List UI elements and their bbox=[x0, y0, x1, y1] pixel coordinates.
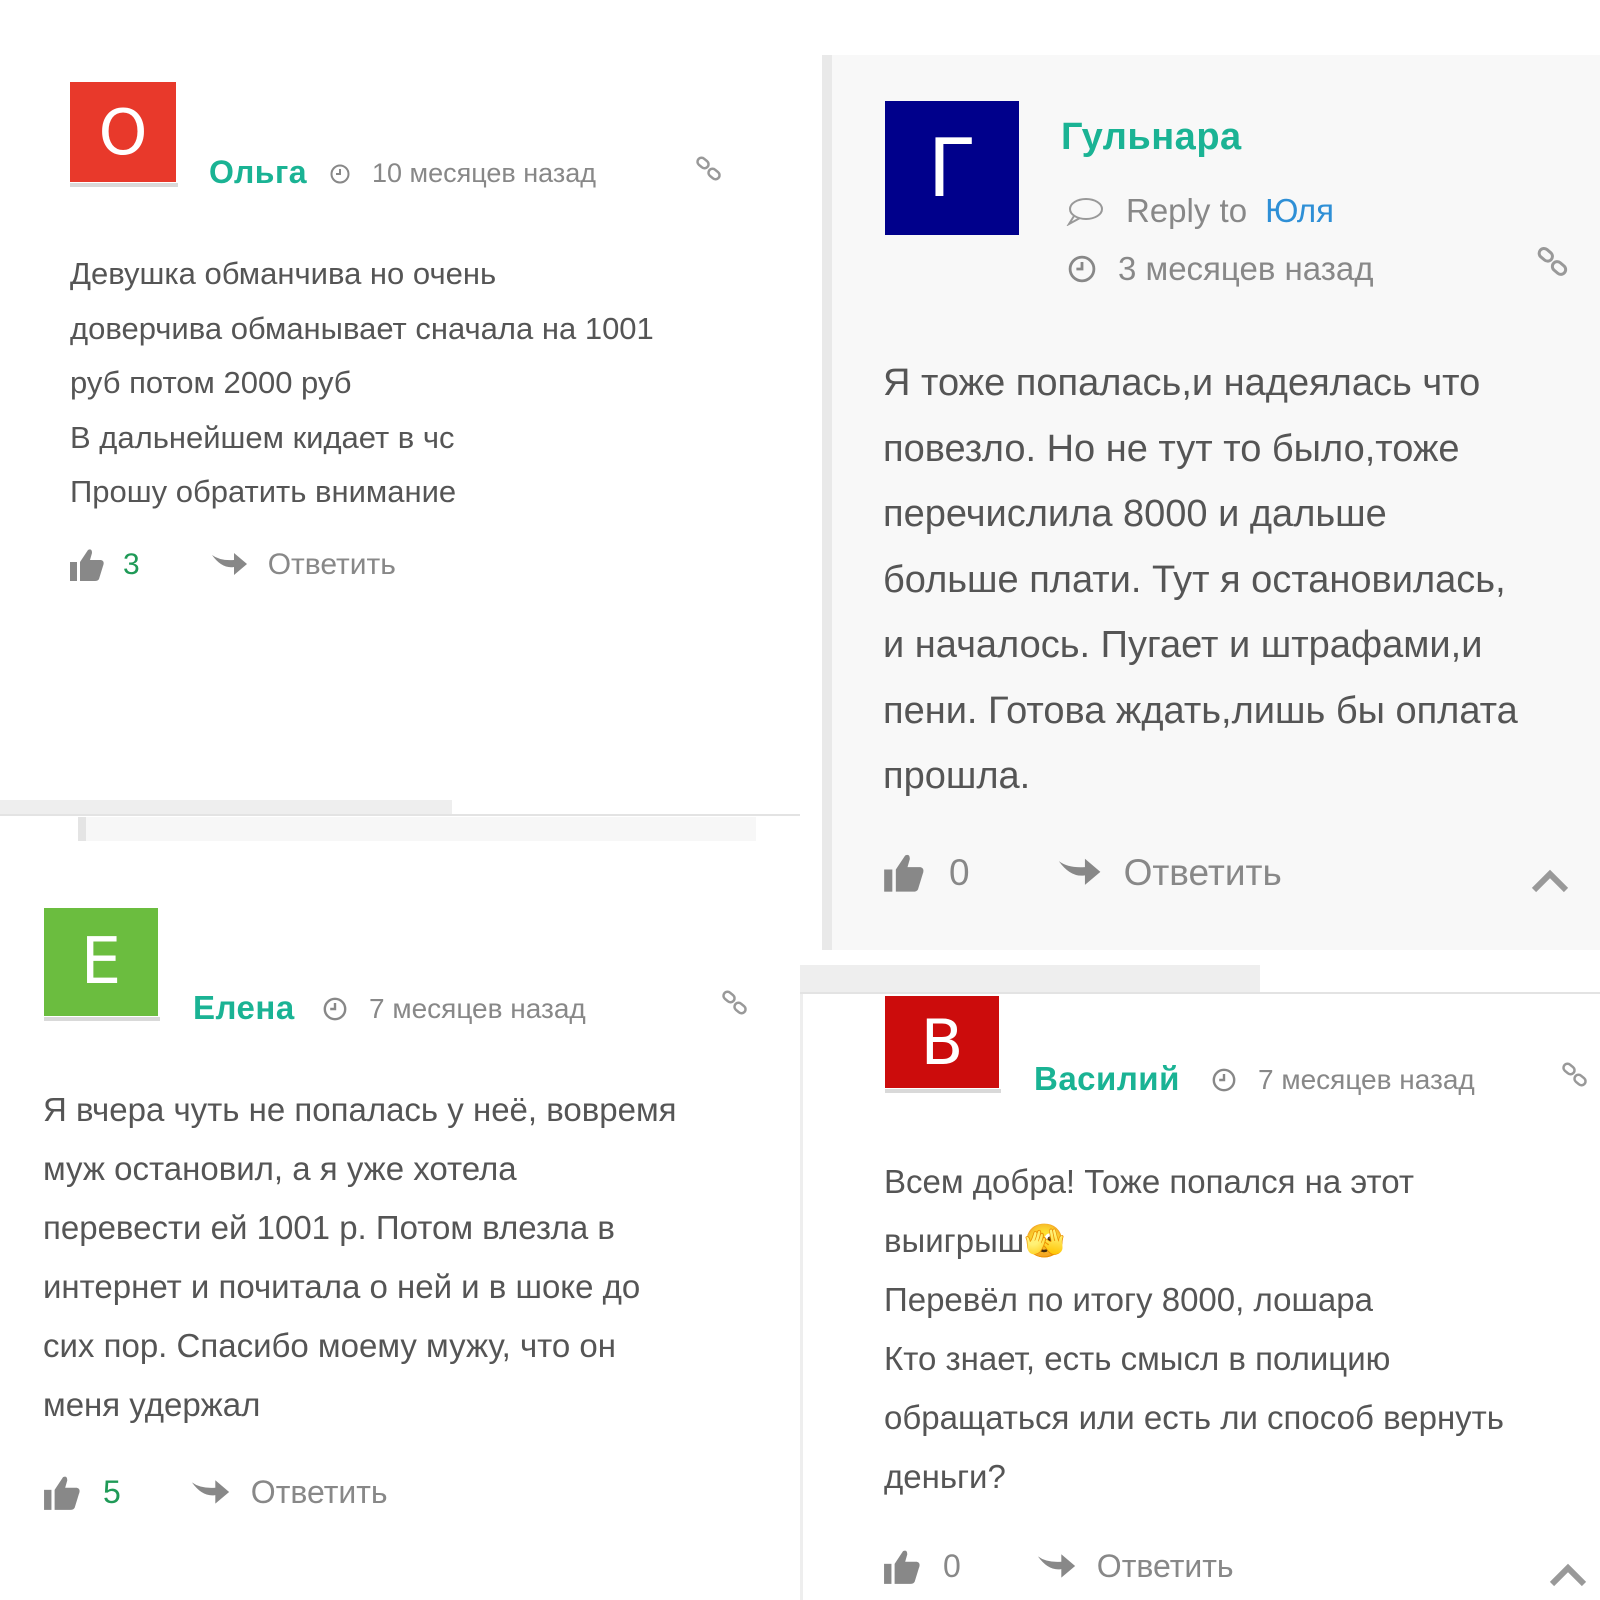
comment-line: доверчива обманывает сначала на 1001 bbox=[70, 310, 654, 346]
comment-meta: 10 месяцев назад bbox=[330, 158, 596, 189]
link-icon[interactable] bbox=[1535, 244, 1571, 280]
avatar[interactable]: В bbox=[885, 996, 999, 1088]
author-name[interactable]: Ольга bbox=[209, 154, 307, 191]
author-name[interactable]: Гульнара bbox=[1061, 116, 1242, 159]
avatar[interactable]: Е bbox=[44, 908, 158, 1016]
comment-line: руб потом 2000 руб bbox=[70, 365, 352, 400]
comment-line: выигрыш🫣 bbox=[884, 1222, 1066, 1259]
clock-icon bbox=[1068, 255, 1096, 283]
reply-button[interactable]: Ответить bbox=[251, 1474, 388, 1511]
divider-right-line bbox=[800, 992, 1600, 994]
timestamp: 7 месяцев назад bbox=[1258, 1064, 1475, 1095]
link-icon[interactable] bbox=[694, 154, 724, 184]
divider-left-inner-bar bbox=[78, 817, 756, 841]
avatar-underline bbox=[44, 1017, 160, 1021]
divider-left-top bbox=[0, 800, 452, 814]
timestamp: 10 месяцев назад bbox=[372, 158, 597, 188]
comment-line: и началось. Пугает и штрафами,и bbox=[883, 624, 1483, 666]
avatar[interactable]: О bbox=[70, 82, 176, 182]
comment-line: Я тоже попалась,и надеялась что bbox=[883, 362, 1481, 404]
like-count: 3 bbox=[123, 548, 140, 581]
comment-meta: 7 месяцев назад bbox=[323, 993, 586, 1025]
comment-line: повезло. Но не тут то было,тоже bbox=[883, 427, 1460, 470]
comment-line: Я вчера чуть не попалась у неё, вовремя bbox=[43, 1091, 677, 1128]
gulnara-panel-left-border bbox=[822, 55, 832, 950]
reply-to: Reply to Юля bbox=[1066, 192, 1334, 230]
comment-body: Всем добра! Тоже попался на этот выигрыш… bbox=[884, 1152, 1504, 1506]
comment-line: Всем добра! Тоже попался на этот bbox=[884, 1163, 1415, 1200]
comment-actions: 0 Ответить bbox=[883, 1548, 1234, 1585]
comment-line: Перевёл по итогу 8000, лошара bbox=[884, 1281, 1373, 1318]
vasily-panel-left-border bbox=[800, 994, 803, 1600]
comment-line: обращаться или есть ли способ вернуть bbox=[884, 1399, 1504, 1436]
reply-button[interactable]: Ответить bbox=[1097, 1548, 1234, 1585]
reply-arrow-icon[interactable] bbox=[189, 1476, 231, 1510]
thumbs-up-icon[interactable] bbox=[69, 548, 105, 582]
comment-line: Прошу обратить внимание bbox=[70, 474, 457, 509]
reply-button[interactable]: Ответить bbox=[268, 548, 396, 582]
comment-line: интернет и почитала о ней и в шоке до bbox=[43, 1268, 641, 1305]
avatar-underline bbox=[70, 183, 178, 187]
comment-line: пени. Готова ждать,лишь бы оплата bbox=[883, 689, 1518, 732]
clock-icon bbox=[1212, 1068, 1236, 1092]
link-icon[interactable] bbox=[720, 988, 750, 1018]
divider-left-line bbox=[0, 814, 800, 816]
avatar-letter: Г bbox=[927, 121, 977, 215]
like-count: 0 bbox=[943, 1548, 961, 1584]
reply-to-name[interactable]: Юля bbox=[1265, 192, 1334, 230]
reply-button[interactable]: Ответить bbox=[1124, 852, 1282, 894]
comment-line: прошла. bbox=[883, 755, 1031, 797]
reply-arrow-icon[interactable] bbox=[1056, 854, 1102, 892]
reply-to-label: Reply to bbox=[1126, 192, 1248, 229]
comment-meta: 7 месяцев назад bbox=[1212, 1064, 1475, 1096]
thumbs-up-icon[interactable] bbox=[883, 853, 925, 893]
author-name[interactable]: Василий bbox=[1034, 1060, 1180, 1098]
thumbs-up-icon[interactable] bbox=[43, 1475, 81, 1511]
reply-arrow-icon[interactable] bbox=[210, 549, 248, 581]
timestamp: 7 месяцев назад bbox=[369, 993, 586, 1024]
clock-icon bbox=[330, 164, 350, 183]
timestamp: 3 месяцев назад bbox=[1118, 250, 1374, 287]
comment-line: Девушка обманчива но очень bbox=[70, 256, 497, 291]
thumbs-up-icon[interactable] bbox=[883, 1549, 921, 1585]
comment-line: больше плати. Тут я остановилась, bbox=[883, 558, 1506, 601]
reply-arrow-icon[interactable] bbox=[1035, 1550, 1077, 1584]
avatar-letter: Е bbox=[80, 925, 122, 999]
divider-left-inner-edge bbox=[78, 817, 86, 841]
author-name[interactable]: Елена bbox=[193, 989, 295, 1027]
link-icon[interactable] bbox=[1560, 1060, 1590, 1090]
comment-line: меня удержал bbox=[43, 1386, 261, 1423]
comment-actions: 0 Ответить bbox=[883, 852, 1282, 894]
chevron-up-icon[interactable] bbox=[1530, 866, 1570, 894]
comment-actions: 5 Ответить bbox=[43, 1474, 388, 1511]
avatar-underline bbox=[885, 1089, 1001, 1093]
chevron-up-icon[interactable] bbox=[1548, 1560, 1588, 1588]
comment-actions: 3 Ответить bbox=[69, 548, 396, 582]
speech-bubble-icon bbox=[1066, 198, 1103, 226]
comment-body: Я тоже попалась,и надеялась что повезло.… bbox=[883, 351, 1518, 810]
avatar[interactable]: Г bbox=[885, 101, 1019, 235]
comment-body: Я вчера чуть не попалась у неё, вовремя … bbox=[43, 1080, 677, 1434]
comment-line: муж остановил, а я уже хотела bbox=[43, 1150, 517, 1187]
comment-line: В дальнейшем кидает в чс bbox=[70, 419, 455, 455]
avatar-letter: В bbox=[920, 1005, 964, 1079]
divider-right-top bbox=[800, 965, 1260, 992]
comment-line: сих пор. Спасибо моему мужу, что он bbox=[43, 1327, 616, 1364]
like-count: 0 bbox=[949, 852, 970, 893]
avatar-letter: О bbox=[98, 95, 148, 169]
comment-line: Кто знает, есть смысл в полицию bbox=[884, 1340, 1391, 1377]
comment-line: перечислила 8000 и дальше bbox=[883, 493, 1387, 535]
comment-body: Девушка обманчива но очень доверчива обм… bbox=[70, 247, 654, 520]
like-count: 5 bbox=[103, 1474, 121, 1510]
comment-line: перевести ей 1001 р. Потом влезла в bbox=[43, 1209, 615, 1246]
comment-meta: 3 месяцев назад bbox=[1068, 250, 1373, 288]
comment-line: деньги? bbox=[884, 1458, 1006, 1495]
clock-icon bbox=[323, 997, 347, 1021]
